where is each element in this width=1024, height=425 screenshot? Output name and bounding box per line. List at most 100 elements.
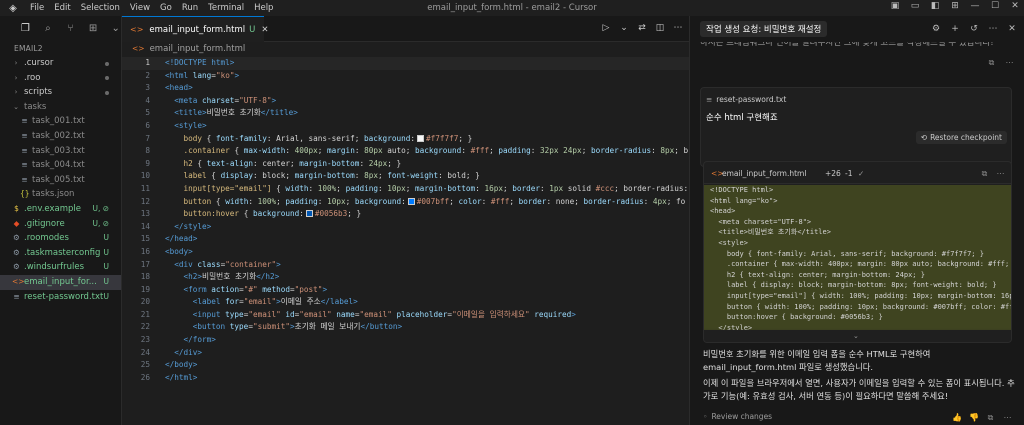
more-icon[interactable]: ⋯ (996, 169, 1005, 178)
tree-item[interactable]: › .roo (0, 71, 121, 86)
line-number: 17 (140, 259, 150, 269)
files-icon[interactable]: ❐ (20, 23, 31, 35)
expand-chevron-icon[interactable]: ⌄ (853, 332, 859, 340)
more-icon[interactable]: ⋯ (1005, 58, 1014, 67)
tree-item[interactable]: ⚙ .taskmasterconfig U (0, 246, 121, 261)
code-line: 5 <title>비밀번호 초기화</title> (122, 107, 689, 120)
code-editor[interactable]: 1 <!DOCTYPE html> 2 <html lang="ko"> 3 <head>… (122, 57, 689, 425)
tree-item[interactable]: ⚙ .windsurfrules U (0, 260, 121, 275)
code-token: width (285, 183, 309, 193)
more-actions-icon[interactable]: ⋯ (673, 23, 683, 33)
chevron-down-icon[interactable]: ⌄ (110, 23, 121, 35)
code-text: input[type="email"] { width: 100%; paddi… (165, 183, 689, 196)
code-token: text-align (206, 158, 253, 168)
attachment-chip[interactable]: ≡ reset-password.txt (706, 95, 786, 104)
menu-view[interactable]: View (130, 3, 150, 13)
tab-close-icon[interactable]: ✕ (261, 25, 268, 35)
restore-checkpoint-button[interactable]: ⟲ Restore checkpoint (915, 131, 1007, 144)
tree-item[interactable]: › scripts (0, 85, 121, 100)
code-token: ; } (347, 209, 362, 219)
tree-item[interactable]: ≡ task_003.txt (0, 144, 121, 159)
user-message[interactable]: ≡ reset-password.txt 순수 html 구현해죠 ⟲ Restor… (700, 87, 1012, 167)
tree-item[interactable]: ≡ task_002.txt (0, 129, 121, 144)
review-changes-button[interactable]: ◦ Review changes (703, 412, 772, 421)
code-token: auto; (382, 146, 416, 156)
tree-item[interactable]: ◆ .gitignore U, ⊘ (0, 217, 121, 232)
search-icon[interactable]: ⌕ (43, 23, 54, 35)
chevron-down-icon[interactable]: ⌄ (619, 23, 629, 33)
extensions-icon[interactable]: ⊞ (88, 23, 99, 35)
code-block-content[interactable]: <!DOCTYPE html> <html lang="ko"> <head> <m… (704, 185, 1012, 330)
tree-item[interactable]: › .cursor (0, 56, 121, 71)
file-icon: ≡ (706, 95, 713, 104)
menu-go[interactable]: Go (160, 3, 172, 13)
code-token: </label> (320, 297, 358, 307)
minimize-icon[interactable]: — (970, 1, 980, 11)
git-status-badge: U (103, 233, 110, 243)
open-changes-icon[interactable]: ⇄ (637, 23, 647, 33)
code-line: 21 <input type="email" id="email" name="… (122, 309, 689, 322)
copy-icon[interactable]: ⧉ (987, 58, 996, 67)
code-token: </head> (165, 234, 198, 244)
code-text: </body> (165, 359, 197, 372)
thumbs-down-icon[interactable]: 👎 (969, 413, 979, 422)
code-block-line: .container { max-width: 400px; margin: 8… (710, 260, 1012, 269)
code-token: : (651, 146, 661, 156)
code-text: <input type="email" id="email" name="ema… (165, 309, 576, 322)
tree-item[interactable]: {} tasks.json (0, 187, 121, 202)
toggle-chat-icon[interactable]: ◧ (930, 1, 940, 11)
code-token: 초기화 메일 보내기 (294, 322, 361, 332)
tree-item[interactable]: ≡ task_004.txt (0, 158, 121, 173)
tree-item[interactable]: <> email_input_for... U (0, 274, 121, 290)
thumbs-up-icon[interactable]: 👍 (952, 413, 962, 422)
menu-run[interactable]: Run (182, 3, 198, 13)
chat-header: 작업 생성 요청: 비밀번호 재설정 ⚙ + ↺ ⋯ ✕ (690, 16, 1024, 42)
history-icon[interactable]: ↺ (969, 24, 979, 34)
toggle-sidebar-icon[interactable]: ▣ (890, 1, 900, 11)
plus-icon[interactable]: + (950, 24, 960, 34)
color-swatch[interactable] (407, 197, 415, 205)
breadcrumb[interactable]: <> email_input_form.html (122, 42, 689, 56)
more-icon[interactable]: ⋯ (1003, 413, 1012, 422)
code-block-file[interactable]: email_input_form.html (722, 169, 806, 178)
git-status-badge: U, ⊘ (92, 203, 109, 213)
split-editor-icon[interactable]: ◫ (655, 23, 665, 33)
line-number: 10 (140, 171, 150, 181)
menu-file[interactable]: File (30, 3, 44, 13)
tab-email-input-form[interactable]: <> email_input_form.html U ✕ (122, 16, 268, 42)
close-icon[interactable]: ✕ (1007, 24, 1017, 34)
copy-icon[interactable]: ⧉ (980, 169, 989, 178)
maximize-icon[interactable]: ☐ (990, 1, 1000, 11)
close-icon[interactable]: ✕ (1010, 1, 1020, 11)
tree-item[interactable]: ≡ task_001.txt (0, 114, 121, 129)
tree-item[interactable]: $ .env.example U, ⊘ (0, 202, 121, 217)
code-text: </div> (165, 347, 202, 360)
restore-checkpoint-label: Restore checkpoint (930, 133, 1002, 142)
line-number: 9 (145, 158, 150, 168)
explorer-root-folder[interactable]: EMAIL2 (0, 42, 121, 56)
tree-item[interactable]: ≡ reset-password.txt U (0, 290, 121, 305)
cursor-logo-icon[interactable]: ◈ (6, 1, 20, 15)
chat-title[interactable]: 작업 생성 요청: 비밀번호 재설정 (700, 21, 828, 37)
copy-icon[interactable]: ⧉ (986, 413, 995, 422)
more-icon[interactable]: ⋯ (988, 24, 998, 34)
code-token: : (248, 196, 258, 206)
run-icon[interactable]: ▷ (601, 23, 611, 33)
gear-icon[interactable]: ⚙ (931, 24, 941, 34)
menu-terminal[interactable]: Terminal (208, 3, 244, 13)
breadcrumb-file[interactable]: email_input_form.html (150, 44, 246, 54)
customize-layout-icon[interactable]: ⊞ (950, 1, 960, 11)
tree-item[interactable]: ⌄ tasks (0, 100, 121, 115)
menu-help[interactable]: Help (254, 3, 273, 13)
tree-item[interactable]: ≡ task_005.txt (0, 173, 121, 188)
color-swatch[interactable] (416, 134, 424, 142)
tree-item[interactable]: ⚙ .roomodes U (0, 231, 121, 246)
toggle-panel-icon[interactable]: ▭ (910, 1, 920, 11)
menu-selection[interactable]: Selection (81, 3, 120, 13)
menu-edit[interactable]: Edit (54, 3, 70, 13)
code-text: </html> (165, 372, 197, 385)
review-changes-label: Review changes (711, 412, 773, 421)
source-control-icon[interactable]: ⑂ (65, 23, 76, 35)
color-swatch[interactable] (305, 210, 313, 218)
line-number: 24 (140, 347, 150, 357)
